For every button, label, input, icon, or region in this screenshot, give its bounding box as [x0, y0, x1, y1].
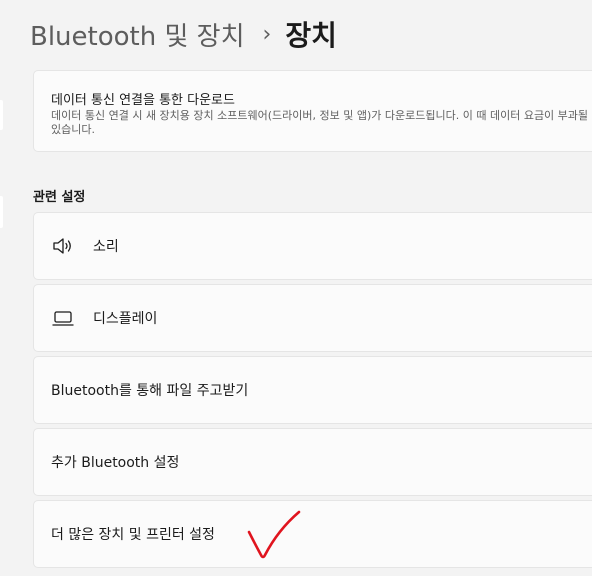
setting-label: Bluetooth를 통해 파일 주고받기 — [51, 383, 249, 399]
laptop-icon — [51, 308, 75, 328]
related-setting-devices-and-printers[interactable]: 더 많은 장치 및 프린터 설정 — [33, 500, 592, 568]
related-setting-display[interactable]: 디스플레이 — [33, 284, 592, 352]
setting-description: 데이터 통신 연결 시 새 장치용 장치 소프트웨어(드라이버, 정보 및 앱)… — [51, 109, 592, 136]
related-setting-sound[interactable]: 소리 — [33, 212, 592, 280]
breadcrumb-chevron-icon: › — [262, 21, 272, 47]
nav-pane-edge — [0, 196, 3, 228]
breadcrumb-parent-link[interactable]: Bluetooth 및 장치 — [30, 16, 245, 53]
setting-label: 추가 Bluetooth 설정 — [51, 455, 180, 471]
setting-title: 데이터 통신 연결을 통한 다운로드 — [51, 93, 235, 108]
setting-label: 더 많은 장치 및 프린터 설정 — [51, 527, 215, 543]
breadcrumb: Bluetooth 및 장치 › 장치 — [30, 12, 337, 56]
nav-pane-edge — [0, 100, 3, 130]
page-title: 장치 — [285, 19, 337, 52]
metered-download-setting[interactable]: 데이터 통신 연결을 통한 다운로드 데이터 통신 연결 시 새 장치용 장치 … — [33, 70, 592, 152]
related-setting-bluetooth-file-transfer[interactable]: Bluetooth를 통해 파일 주고받기 — [33, 356, 592, 424]
settings-page: Bluetooth 및 장치 › 장치 데이터 통신 연결을 통한 다운로드 데… — [0, 0, 592, 576]
related-settings-heading: 관련 설정 — [33, 190, 86, 205]
related-setting-more-bluetooth[interactable]: 추가 Bluetooth 설정 — [33, 428, 592, 496]
red-checkmark-annotation — [247, 510, 301, 559]
setting-label: 소리 — [93, 239, 119, 255]
setting-label: 디스플레이 — [93, 311, 158, 327]
speaker-icon — [51, 236, 75, 256]
